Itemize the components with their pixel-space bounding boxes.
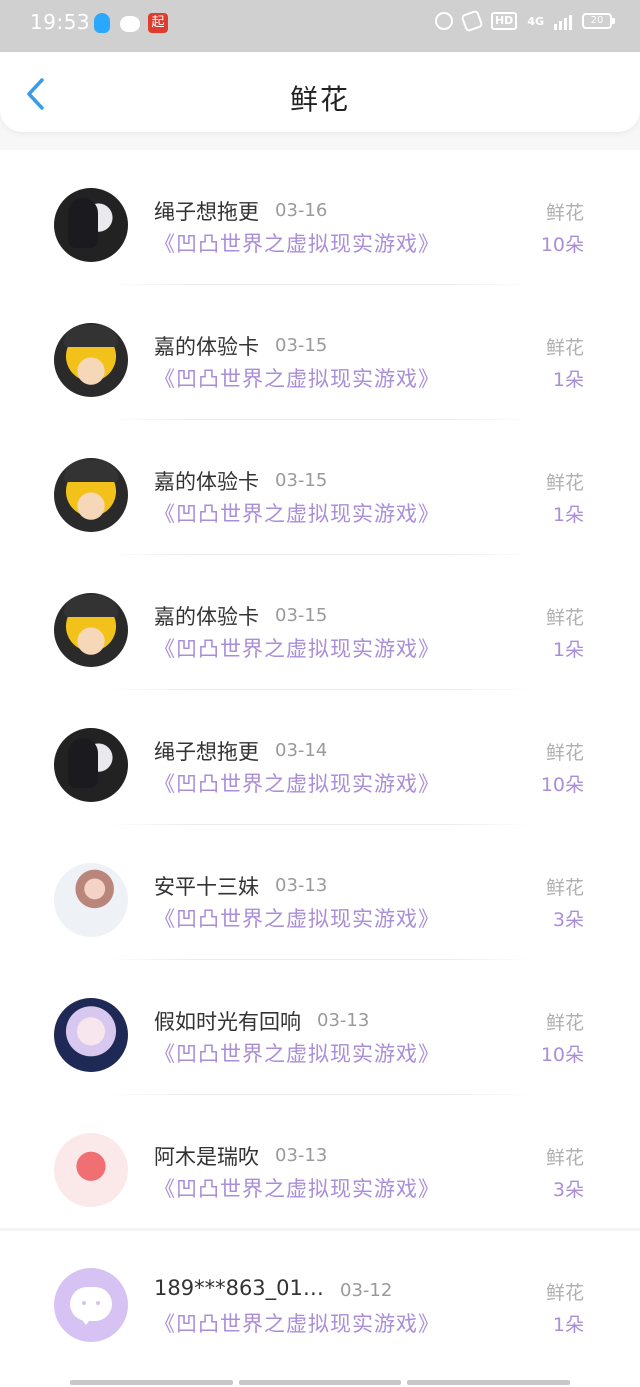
gift-date: 03-15 bbox=[275, 335, 328, 356]
gift-date: 03-13 bbox=[317, 1010, 370, 1031]
default-avatar-icon bbox=[70, 1287, 112, 1325]
gift-type: 鲜花 bbox=[545, 202, 584, 224]
gift-type: 鲜花 bbox=[545, 1282, 584, 1304]
gift-count: 3朵 bbox=[552, 1179, 584, 1201]
gift-count: 1朵 bbox=[552, 504, 584, 526]
gift-date: 03-16 bbox=[275, 200, 328, 221]
gift-type: 鲜花 bbox=[545, 607, 584, 629]
gift-date: 03-15 bbox=[275, 605, 328, 626]
avatar[interactable] bbox=[54, 188, 128, 262]
list-item[interactable]: 嘉的体验卡 03-15 《凹凸世界之虚拟现实游戏》 鲜花 1朵 bbox=[0, 285, 640, 420]
avatar[interactable] bbox=[54, 998, 128, 1072]
user-name: 假如时光有回响 bbox=[154, 1010, 301, 1034]
user-name: 嘉的体验卡 bbox=[154, 335, 259, 359]
user-name: 绳子想拖更 bbox=[154, 740, 259, 764]
gift-count: 1朵 bbox=[552, 639, 584, 661]
status-bar: 19:53 起 HD 4G 20 bbox=[0, 0, 640, 52]
gift-type: 鲜花 bbox=[545, 1012, 584, 1034]
gift-type: 鲜花 bbox=[545, 877, 584, 899]
gift-date: 03-12 bbox=[340, 1280, 393, 1301]
alarm-icon bbox=[434, 12, 453, 30]
list-item[interactable]: 嘉的体验卡 03-15 《凹凸世界之虚拟现实游戏》 鲜花 1朵 bbox=[0, 555, 640, 690]
list-item[interactable]: 189***863_01… 03-12 《凹凸世界之虚拟现实游戏》 鲜花 1朵 bbox=[0, 1230, 640, 1365]
book-title-link[interactable]: 《凹凸世界之虚拟现实游戏》 bbox=[154, 363, 440, 393]
list-item[interactable]: 假如时光有回响 03-13 《凹凸世界之虚拟现实游戏》 鲜花 10朵 bbox=[0, 960, 640, 1095]
nav-bar: 鲜花 bbox=[0, 52, 640, 132]
gift-type: 鲜花 bbox=[545, 742, 584, 764]
gift-count: 10朵 bbox=[540, 1044, 584, 1066]
book-title-link[interactable]: 《凹凸世界之虚拟现实游戏》 bbox=[154, 903, 440, 933]
flower-gift-list: 绳子想拖更 03-16 《凹凸世界之虚拟现实游戏》 鲜花 10朵 嘉的体验卡 03-15 《凹… bbox=[0, 150, 640, 1387]
list-item[interactable]: 阿木是瑞吹 03-13 《凹凸世界之虚拟现实游戏》 鲜花 3朵 bbox=[0, 1095, 640, 1230]
list-item[interactable]: 绳子想拖更 03-16 《凹凸世界之虚拟现实游戏》 鲜花 10朵 bbox=[0, 150, 640, 285]
notification-icons: 起 bbox=[92, 13, 168, 33]
avatar[interactable] bbox=[54, 458, 128, 532]
user-name: 189***863_01… bbox=[154, 1276, 324, 1300]
book-title-link[interactable]: 《凹凸世界之虚拟现实游戏》 bbox=[154, 633, 440, 663]
gift-count: 10朵 bbox=[540, 774, 584, 796]
user-name: 嘉的体验卡 bbox=[154, 605, 259, 629]
user-name: 安平十三妹 bbox=[154, 875, 259, 899]
system-icons: HD 4G 20 bbox=[434, 9, 615, 33]
gift-count: 1朵 bbox=[552, 369, 584, 391]
home-indicator bbox=[70, 1380, 571, 1385]
gift-type: 鲜花 bbox=[545, 337, 584, 359]
book-title-link[interactable]: 《凹凸世界之虚拟现实游戏》 bbox=[154, 1038, 440, 1068]
list-item[interactable]: 绳子想拖更 03-14 《凹凸世界之虚拟现实游戏》 鲜花 10朵 bbox=[0, 690, 640, 825]
list-item[interactable]: 嘉的体验卡 03-15 《凹凸世界之虚拟现实游戏》 鲜花 1朵 bbox=[0, 420, 640, 555]
gift-type: 鲜花 bbox=[545, 1147, 584, 1169]
battery-icon: 20 bbox=[582, 13, 615, 29]
gift-count: 10朵 bbox=[540, 234, 584, 256]
book-title-link[interactable]: 《凹凸世界之虚拟现实游戏》 bbox=[154, 1308, 440, 1338]
signal-icon bbox=[554, 12, 572, 30]
status-time: 19:53 bbox=[30, 10, 91, 34]
avatar[interactable] bbox=[54, 863, 128, 937]
avatar[interactable] bbox=[54, 728, 128, 802]
list-item[interactable]: 安平十三妹 03-13 《凹凸世界之虚拟现实游戏》 鲜花 3朵 bbox=[0, 825, 640, 960]
gift-date: 03-13 bbox=[275, 1145, 328, 1166]
wechat-icon bbox=[120, 13, 140, 33]
gift-date: 03-14 bbox=[275, 740, 328, 761]
book-title-link[interactable]: 《凹凸世界之虚拟现实游戏》 bbox=[154, 768, 440, 798]
gift-date: 03-13 bbox=[275, 875, 328, 896]
user-name: 绳子想拖更 bbox=[154, 200, 259, 224]
book-title-link[interactable]: 《凹凸世界之虚拟现实游戏》 bbox=[154, 498, 440, 528]
gift-date: 03-15 bbox=[275, 470, 328, 491]
gift-type: 鲜花 bbox=[545, 472, 584, 494]
user-name: 嘉的体验卡 bbox=[154, 470, 259, 494]
avatar[interactable] bbox=[54, 593, 128, 667]
gift-count: 3朵 bbox=[552, 909, 584, 931]
gift-count: 1朵 bbox=[552, 1314, 584, 1336]
page-title: 鲜花 bbox=[289, 83, 350, 116]
mute-icon bbox=[460, 9, 484, 33]
avatar[interactable] bbox=[54, 1133, 128, 1207]
user-name: 阿木是瑞吹 bbox=[154, 1145, 259, 1169]
network-label: 4G bbox=[527, 14, 544, 28]
hd-badge: HD bbox=[490, 12, 518, 30]
avatar[interactable] bbox=[54, 323, 128, 397]
qq-icon bbox=[92, 13, 112, 33]
book-title-link[interactable]: 《凹凸世界之虚拟现实游戏》 bbox=[154, 1173, 440, 1203]
book-title-link[interactable]: 《凹凸世界之虚拟现实游戏》 bbox=[154, 228, 440, 258]
app-notification-icon: 起 bbox=[148, 13, 168, 33]
avatar[interactable] bbox=[54, 1268, 128, 1342]
